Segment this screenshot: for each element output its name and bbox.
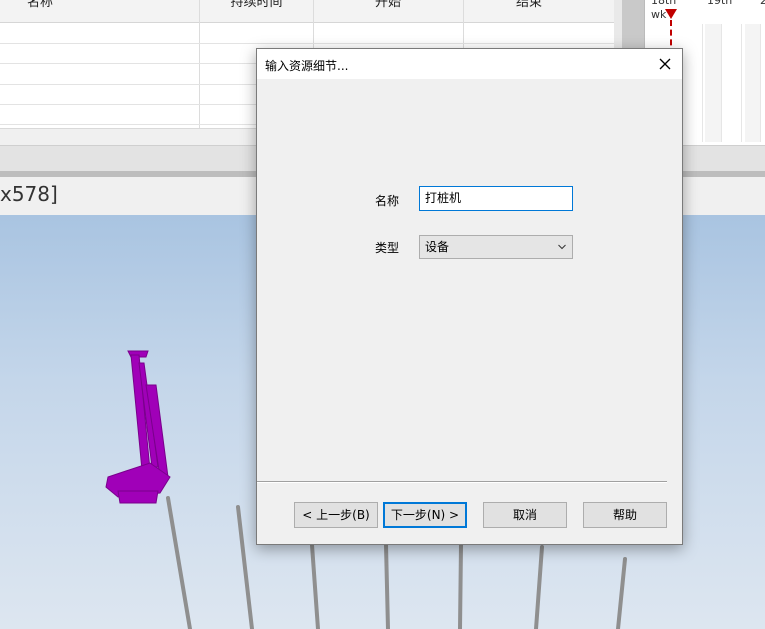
gantt-date-label: 2: [760, 0, 765, 7]
cancel-button[interactable]: 取消: [483, 502, 567, 528]
type-label: 类型: [375, 241, 400, 255]
today-marker-icon: [665, 9, 677, 19]
gantt-weekend-band: [705, 24, 721, 142]
name-label: 名称: [375, 194, 400, 208]
gantt-gridline: [741, 24, 742, 142]
type-select-value: 设备: [425, 240, 450, 254]
column-header-start[interactable]: 开始: [314, 0, 462, 14]
gantt-gridline: [760, 24, 761, 142]
column-header-name[interactable]: 名称: [0, 0, 80, 14]
close-icon[interactable]: [656, 55, 674, 73]
gantt-gridline: [721, 24, 722, 142]
column-header-duration[interactable]: 持续时间: [200, 0, 313, 14]
type-select[interactable]: 设备: [419, 235, 573, 259]
pile: [384, 543, 390, 629]
column-header-end[interactable]: 结束: [464, 0, 594, 14]
pile: [310, 543, 320, 629]
resource-details-dialog: 输入资源细节... 名称 打桩机 类型 设备 < 上一步(B) 下一步(N) >…: [256, 48, 683, 545]
task-table-header: 名称 持续时间 开始 结束: [0, 0, 614, 23]
pile-driver-model: [105, 350, 171, 504]
gantt-gridline: [702, 24, 703, 142]
gantt-date-label: 18th: [651, 0, 677, 7]
dialog-title: 输入资源细节...: [265, 59, 349, 73]
table-row[interactable]: [0, 43, 614, 44]
pile: [166, 496, 192, 629]
chevron-down-icon: [558, 244, 566, 250]
gantt-weekend-band: [745, 24, 761, 142]
pile: [458, 543, 463, 629]
dialog-divider: [257, 481, 667, 483]
pile: [534, 545, 544, 629]
gantt-date-label: 19th: [707, 0, 733, 7]
pile: [616, 557, 627, 629]
help-button[interactable]: 帮助: [583, 502, 667, 528]
next-button[interactable]: 下一步(N) >: [383, 502, 467, 528]
pile: [236, 505, 254, 629]
back-button[interactable]: < 上一步(B): [294, 502, 378, 528]
column-divider: [199, 0, 200, 128]
viewport-title: x578]: [0, 182, 58, 206]
name-input[interactable]: 打桩机: [419, 186, 573, 211]
dialog-titlebar[interactable]: 输入资源细节...: [257, 49, 682, 79]
